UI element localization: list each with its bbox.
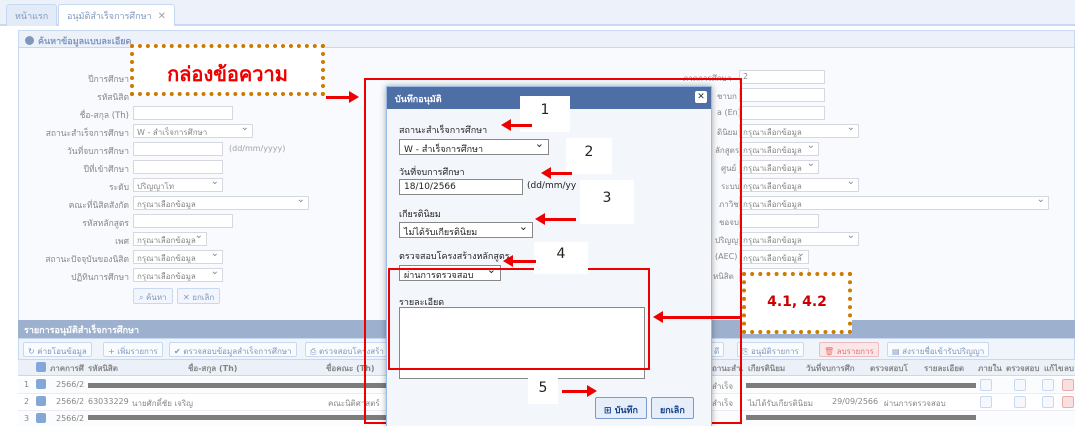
detail-highlight-frame	[388, 268, 650, 370]
step-number-3: 3	[580, 180, 634, 224]
detail-callout-text: 4.1, 4.2	[767, 294, 827, 310]
close-icon[interactable]: ✕	[695, 91, 707, 103]
dialog-date-hint: (dd/mm/yy	[527, 181, 577, 191]
step-number-5-text: 5	[538, 380, 548, 396]
dialog-save-label: บันทึก	[614, 406, 638, 416]
step-number-1-text: 1	[540, 102, 550, 118]
step-number-2: 2	[566, 138, 612, 174]
dialog-grad-status-label: สถานะสำเร็จการศึกษา	[399, 126, 488, 136]
arrow-icon	[326, 91, 359, 103]
dialog-grad-date-input[interactable]: 18/10/2566	[399, 179, 523, 195]
dialog-title: บันทึกอนุมัติ	[395, 95, 442, 105]
screen: หน้าแรก อนุมัติสำเร็จการศึกษา ✕ ค้นหาข้อม…	[0, 0, 1075, 426]
save-icon: ⊞	[604, 406, 615, 416]
detail-callout: 4.1, 4.2	[742, 272, 852, 334]
dialog-grad-date-label: วันที่จบการศึกษา	[399, 168, 465, 178]
step-number-3-text: 3	[602, 190, 612, 206]
step-number-4-text: 4	[556, 246, 566, 262]
step-number-2-text: 2	[584, 144, 594, 160]
arrow-icon	[501, 119, 532, 131]
textbox-callout-text: กล่องข้อความ	[167, 62, 288, 86]
dialog-save-button[interactable]: ⊞ บันทึก	[595, 397, 647, 419]
step-number-5: 5	[528, 376, 558, 404]
dialog-cancel-button[interactable]: ยกเลิก	[651, 397, 694, 419]
dialog-honor-select[interactable]: ไม่ได้รับเกียรตินิยม	[399, 220, 533, 238]
arrow-icon	[562, 385, 597, 397]
dialog-curriculum-check-label: ตรวจสอบโครงสร้างหลักสูตร	[399, 252, 510, 262]
textbox-callout: กล่องข้อความ	[130, 44, 325, 96]
arrow-icon	[541, 167, 572, 179]
step-number-4: 4	[534, 242, 588, 274]
arrow-icon	[653, 311, 742, 323]
dialog-grad-status-select[interactable]: W - สำเร็จการศึกษา	[399, 137, 549, 155]
arrow-icon	[535, 213, 576, 225]
arrow-icon	[503, 255, 536, 267]
dialog-honor-label: เกียรตินิยม	[399, 210, 441, 220]
dialog-cancel-label: ยกเลิก	[660, 406, 685, 416]
